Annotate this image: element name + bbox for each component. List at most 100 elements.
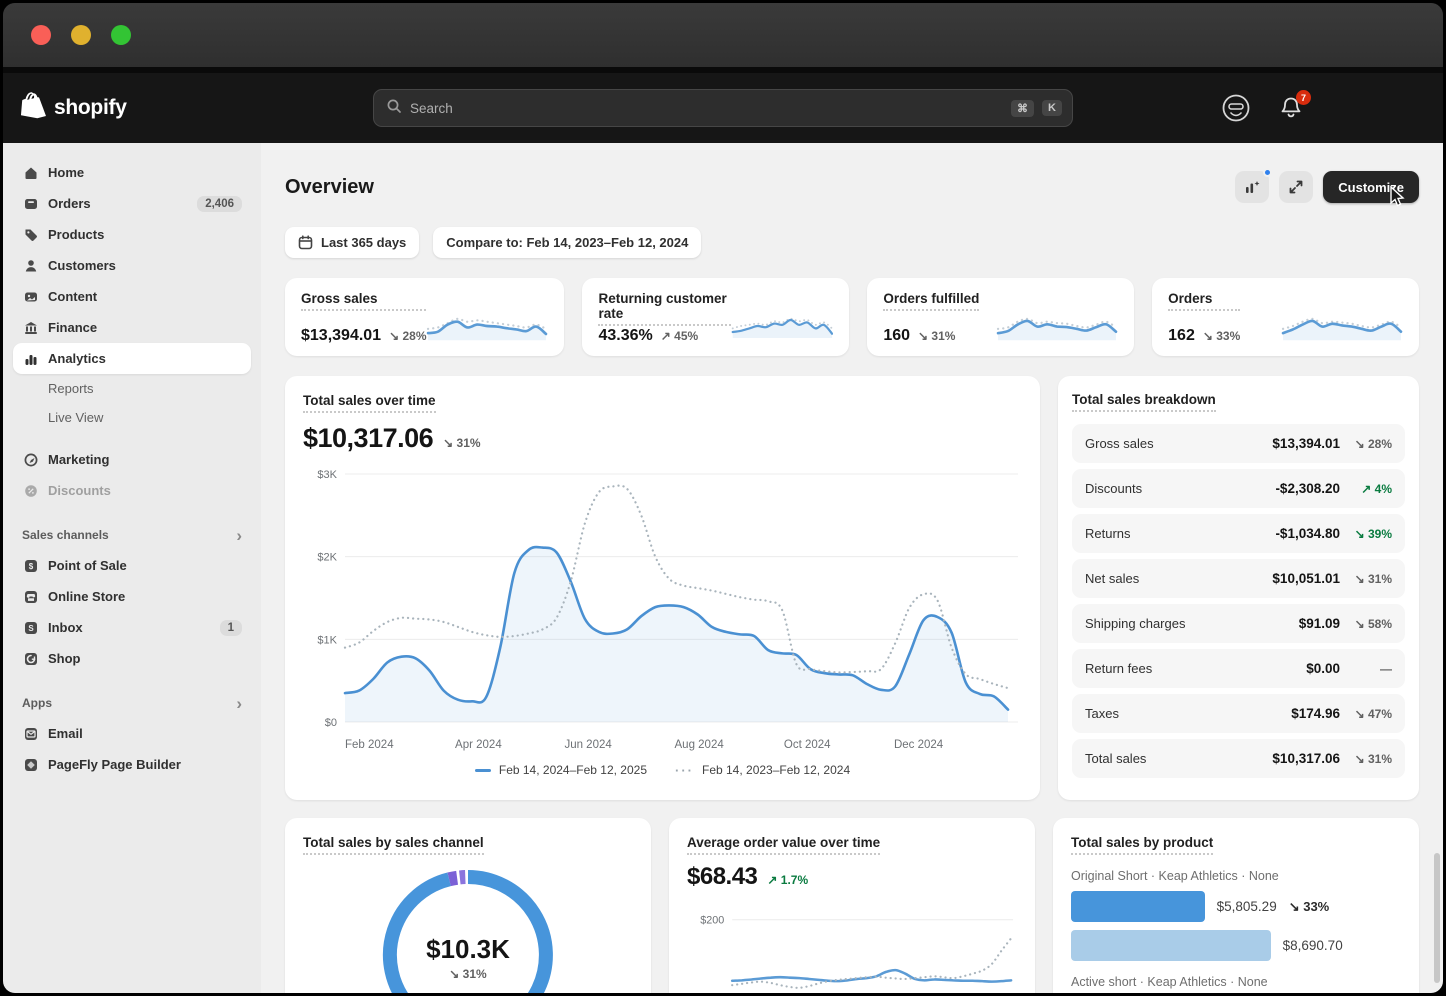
row-delta: ↘ 28%: [1340, 437, 1392, 451]
sidebar-item-home[interactable]: Home: [13, 157, 251, 188]
sidebar-item-reports[interactable]: Reports: [13, 374, 251, 403]
sidebar-item-label: Shop: [48, 651, 242, 666]
sidebar-item-live-view[interactable]: Live View: [13, 403, 251, 432]
kpi-title-link[interactable]: Orders fulfilled: [883, 291, 979, 311]
donut-center-delta: ↘ 31%: [449, 967, 486, 981]
breakdown-row-shipping-charges[interactable]: Shipping charges $91.09 ↘ 58%: [1072, 604, 1405, 643]
aov-line-chart[interactable]: $200: [687, 905, 1017, 993]
compare-date-picker[interactable]: Compare to: Feb 14, 2023–Feb 12, 2024: [433, 227, 701, 258]
sidebar-item-analytics[interactable]: Analytics: [13, 343, 251, 374]
row-label: Taxes: [1085, 706, 1291, 721]
sidebar-item-orders[interactable]: Orders 2,406: [13, 188, 251, 219]
breakdown-row-total-sales[interactable]: Total sales $10,317.06 ↘ 31%: [1072, 739, 1405, 778]
account-avatar[interactable]: [1221, 93, 1251, 123]
row-label: Net sales: [1085, 571, 1272, 586]
kpi-card-gross-sales[interactable]: Gross sales $13,394.01 ↘ 28%: [285, 278, 564, 356]
aov-title-link[interactable]: Average order value over time: [687, 835, 880, 855]
sidebar-item-marketing[interactable]: Marketing: [13, 444, 251, 475]
main-content: Overview Customize L: [261, 143, 1443, 993]
sidebar-item-label: Point of Sale: [48, 558, 242, 573]
row-delta: —: [1340, 662, 1392, 676]
kpi-value: 43.36%: [598, 327, 652, 345]
channel-title-link[interactable]: Total sales by sales channel: [303, 835, 484, 855]
sidebar-item-online-store[interactable]: Online Store: [13, 581, 251, 612]
scrollbar[interactable]: [1434, 853, 1440, 983]
fullscreen-window-button[interactable]: [111, 25, 131, 45]
sparkline-chart: [1281, 307, 1403, 345]
point-of-sale-icon: $: [22, 557, 39, 574]
search-input[interactable]: Search ⌘ K: [373, 89, 1073, 127]
top-navigation-bar: shopify Search ⌘ K 7: [3, 73, 1443, 143]
sidebar-item-products[interactable]: Products: [13, 219, 251, 250]
sidebar-item-content[interactable]: Content: [13, 281, 251, 312]
breakdown-row-returns[interactable]: Returns -$1,034.80 ↘ 39%: [1072, 514, 1405, 553]
sidebar-item-email[interactable]: Email: [13, 718, 251, 749]
sidebar-item-inbox[interactable]: S Inbox 1: [13, 612, 251, 643]
notifications-button[interactable]: 7: [1279, 95, 1305, 121]
minimize-window-button[interactable]: [71, 25, 91, 45]
page-title: Overview: [285, 176, 374, 199]
sidebar-item-finance[interactable]: Finance: [13, 312, 251, 343]
breakdown-title-link[interactable]: Total sales breakdown: [1072, 392, 1216, 412]
new-feature-dot: [1263, 168, 1272, 177]
close-window-button[interactable]: [31, 25, 51, 45]
total-sales-delta: ↘ 31%: [443, 436, 480, 450]
product-title-link[interactable]: Total sales by product: [1071, 835, 1213, 855]
kpi-value: 162: [1168, 327, 1195, 345]
row-label: Shipping charges: [1085, 616, 1299, 631]
breakdown-row-net-sales[interactable]: Net sales $10,051.01 ↘ 31%: [1072, 559, 1405, 598]
kpi-card-orders-fulfilled[interactable]: Orders fulfilled 160 ↘ 31%: [867, 278, 1134, 356]
svg-text:Dec 2024: Dec 2024: [894, 739, 944, 751]
row-label: Returns: [1085, 526, 1275, 541]
date-range-picker[interactable]: Last 365 days: [285, 227, 419, 258]
kpi-card-orders[interactable]: Orders 162 ↘ 33%: [1152, 278, 1419, 356]
sidebar-section-sales-channels[interactable]: Sales channels ›: [13, 520, 251, 550]
product-bar-previous[interactable]: [1071, 930, 1271, 961]
sidebar-item-shop[interactable]: Shop: [13, 643, 251, 674]
sidebar-item-label: Discounts: [48, 483, 242, 498]
row-value: $0.00: [1306, 661, 1340, 676]
total-sales-line-chart[interactable]: $0$1K$2K$3KFeb 2024Apr 2024Jun 2024Aug 2…: [303, 460, 1022, 756]
kpi-delta: ↘ 33%: [1203, 329, 1240, 343]
product-bar-row-current: $5,805.29 ↘ 33%: [1071, 891, 1401, 922]
row-value: -$1,034.80: [1275, 526, 1340, 541]
shopify-logo[interactable]: shopify: [21, 92, 127, 125]
bell-icon: [1279, 108, 1303, 125]
chevron-right-icon: ›: [236, 527, 242, 544]
product-bar-current[interactable]: [1071, 891, 1205, 922]
kpi-title-link[interactable]: Returning customer rate: [598, 291, 730, 326]
kpi-title-link[interactable]: Gross sales: [301, 291, 426, 311]
svg-text:$: $: [28, 562, 33, 571]
legend-label: Feb 14, 2023–Feb 12, 2024: [702, 763, 850, 777]
breakdown-row-gross-sales[interactable]: Gross sales $13,394.01 ↘ 28%: [1072, 424, 1405, 463]
product-bar-row-previous: $8,690.70: [1071, 930, 1401, 961]
insights-button[interactable]: [1235, 171, 1269, 203]
breakdown-row-discounts[interactable]: Discounts -$2,308.20 ↗ 4%: [1072, 469, 1405, 508]
breakdown-row-taxes[interactable]: Taxes $174.96 ↘ 47%: [1072, 694, 1405, 733]
sidebar-section-apps[interactable]: Apps ›: [13, 688, 251, 718]
svg-text:$0: $0: [325, 717, 337, 729]
svg-text:Apr 2024: Apr 2024: [455, 739, 502, 751]
sidebar-item-label: Reports: [48, 381, 242, 396]
kpi-title-link[interactable]: Orders: [1168, 291, 1240, 311]
sidebar-item-customers[interactable]: Customers: [13, 250, 251, 281]
bar-delta: ↘ 33%: [1289, 899, 1330, 915]
total-sales-value: $10,317.06: [303, 423, 433, 454]
customers-icon: [22, 257, 39, 274]
average-order-value-card: Average order value over time $68.43 ↗ 1…: [669, 818, 1035, 993]
svg-text:$200: $200: [700, 915, 724, 927]
row-value: $13,394.01: [1272, 436, 1340, 451]
calendar-icon: [298, 235, 313, 250]
expand-button[interactable]: [1279, 171, 1313, 203]
sidebar-item-pagefly[interactable]: PageFly Page Builder: [13, 749, 251, 780]
kpi-card-returning-customer-rate[interactable]: Returning customer rate 43.36% ↗ 45%: [582, 278, 849, 356]
sidebar: Home Orders 2,406 Products Customers Con…: [3, 143, 261, 993]
sidebar-item-discounts[interactable]: Discounts: [13, 475, 251, 506]
row-value: $174.96: [1291, 706, 1340, 721]
sidebar-item-point-of-sale[interactable]: $ Point of Sale: [13, 550, 251, 581]
row-label: Gross sales: [1085, 436, 1272, 451]
sparkline-chart: [731, 307, 834, 345]
breakdown-row-return-fees[interactable]: Return fees $0.00 —: [1072, 649, 1405, 688]
row-value: $10,317.06: [1272, 751, 1340, 766]
chart-title-link[interactable]: Total sales over time: [303, 393, 436, 413]
